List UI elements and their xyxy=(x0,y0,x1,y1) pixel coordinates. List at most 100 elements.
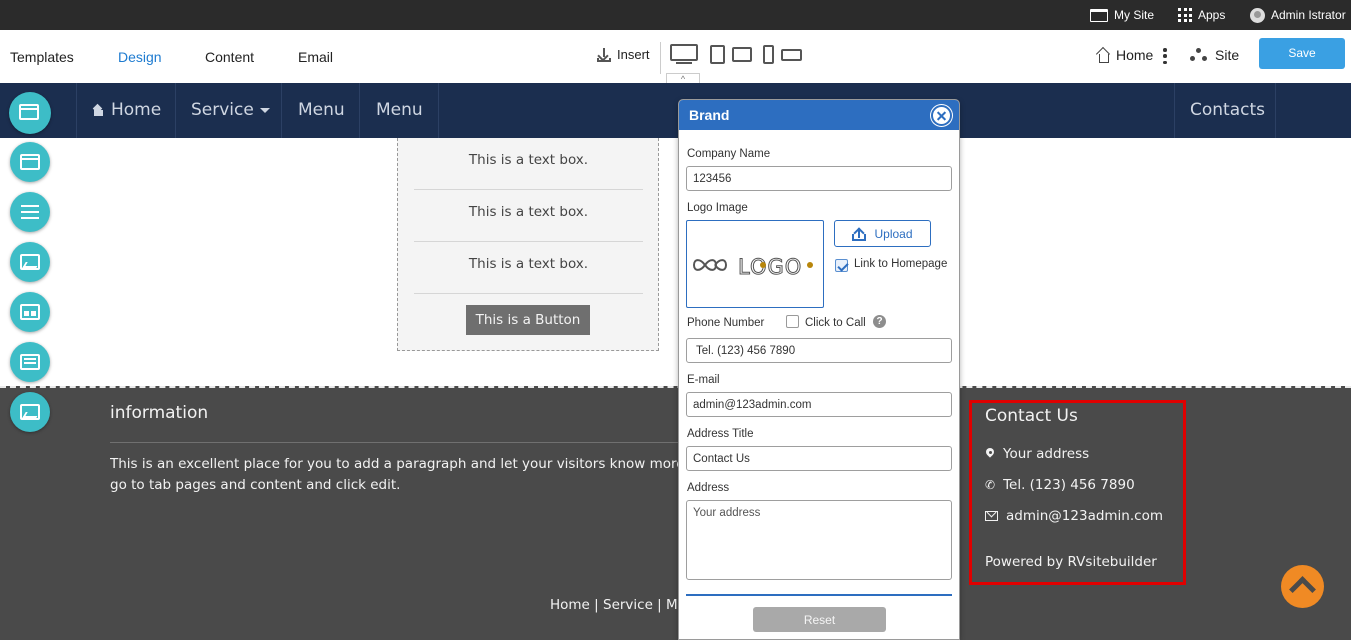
help-icon[interactable]: ? xyxy=(873,315,886,328)
nav-label-home: Home xyxy=(111,100,162,120)
phone-number-label: Phone Number xyxy=(687,317,765,329)
admin-bar: My Site Apps Admin Istrator xyxy=(0,0,1351,30)
user-name: Admin Istrator xyxy=(1271,8,1346,22)
download-icon xyxy=(597,47,611,62)
image-block-icon xyxy=(20,254,40,270)
header-block-button[interactable] xyxy=(9,92,51,134)
contact-phone: ✆ Tel. (123) 456 7890 xyxy=(985,477,1135,493)
nav-item-menu-2[interactable]: Menu xyxy=(359,83,439,138)
site-menu[interactable]: Site xyxy=(1190,47,1239,63)
apps-label: Apps xyxy=(1198,8,1226,22)
envelope-icon xyxy=(985,511,998,521)
tab-email[interactable]: Email xyxy=(298,48,333,66)
header-block-icon xyxy=(19,104,39,120)
email-label: E-mail xyxy=(687,374,720,386)
email-input[interactable] xyxy=(686,392,952,417)
footer-info-line-1: This is an excellent place for you to ad… xyxy=(110,456,685,472)
my-site-label: My Site xyxy=(1114,8,1155,22)
logo-image: LOGO xyxy=(692,255,813,276)
footer-block-icon xyxy=(20,354,40,370)
phone-icon: ✆ xyxy=(985,478,996,492)
home-icon xyxy=(92,105,105,116)
text-box-panel[interactable]: This is a text box. This is a text box. … xyxy=(397,138,659,351)
upload-button[interactable]: Upload xyxy=(834,220,931,247)
user-avatar-icon xyxy=(1250,7,1265,23)
close-icon[interactable] xyxy=(931,105,952,126)
logo-image-label: Logo Image xyxy=(687,202,748,214)
upload-label: Upload xyxy=(874,226,913,241)
nav-label-contacts: Contacts xyxy=(1190,100,1265,120)
tab-templates[interactable]: Templates xyxy=(10,48,74,66)
text-box[interactable]: This is a text box. xyxy=(414,242,643,294)
contact-us-block[interactable]: Contact Us Your address ✆ Tel. (123) 456… xyxy=(969,400,1186,585)
save-button[interactable]: Save xyxy=(1259,38,1345,69)
address-title-input[interactable] xyxy=(686,446,952,471)
footer-info-title[interactable]: information xyxy=(110,403,208,423)
footer-block-button[interactable] xyxy=(10,342,50,382)
home-page-selector[interactable]: Home xyxy=(1096,47,1153,63)
nav-label-menu-1: Menu xyxy=(298,100,345,120)
site-navigation: Home Service Menu Menu Contacts xyxy=(0,83,1351,138)
map-pin-icon xyxy=(985,448,995,460)
my-site-link[interactable]: My Site xyxy=(1090,0,1154,30)
caret-down-icon xyxy=(259,107,270,113)
apps-grid-icon xyxy=(1178,8,1192,22)
insert-label: Insert xyxy=(617,47,650,62)
desktop-view-button[interactable] xyxy=(670,44,700,66)
text-box[interactable]: This is a text box. xyxy=(414,138,643,190)
footer-info-text[interactable]: This is an excellent place for you to ad… xyxy=(110,454,685,495)
dialog-title: Brand xyxy=(689,107,730,123)
section-block-button[interactable] xyxy=(10,142,50,182)
company-name-label: Company Name xyxy=(687,148,771,160)
browser-window-icon xyxy=(1090,8,1108,22)
nav-label-service: Service xyxy=(191,100,254,120)
company-name-input[interactable] xyxy=(686,166,952,191)
nav-item-menu-1[interactable]: Menu xyxy=(281,83,360,138)
contact-email-text: admin@123admin.com xyxy=(1006,508,1163,524)
logo-wordmark: LOGO xyxy=(738,255,802,276)
nav-item-service[interactable]: Service xyxy=(175,83,282,138)
logo-image-preview[interactable]: LOGO xyxy=(686,220,824,308)
address-title-label: Address Title xyxy=(687,428,754,440)
tab-content[interactable]: Content xyxy=(205,48,254,66)
nav-label-menu-2: Menu xyxy=(376,100,423,120)
section-block-icon xyxy=(20,154,40,170)
grid-block-icon xyxy=(20,304,40,320)
mobile-landscape-icon xyxy=(781,49,802,61)
tablet-landscape-icon xyxy=(732,47,752,62)
phone-number-input[interactable] xyxy=(686,338,952,363)
list-block-button[interactable] xyxy=(10,192,50,232)
click-to-call-checkbox[interactable] xyxy=(786,315,799,328)
content-button[interactable]: This is a Button xyxy=(466,305,590,335)
mobile-view-button[interactable] xyxy=(763,44,803,66)
reset-button[interactable]: Reset xyxy=(753,607,886,632)
site-label: Site xyxy=(1215,47,1240,63)
upload-icon xyxy=(852,228,867,241)
list-block-icon xyxy=(21,205,39,207)
footer-divider xyxy=(110,442,690,443)
home-page-label: Home xyxy=(1116,47,1154,63)
address-textarea[interactable]: Your address xyxy=(686,500,952,580)
scroll-to-top-button[interactable] xyxy=(1281,565,1324,608)
builder-toolbar: Templates Design Content Email Insert ^ … xyxy=(0,30,1351,85)
sitemap-icon xyxy=(1190,48,1208,62)
contact-address: Your address xyxy=(985,446,1089,462)
site-footer: information This is an excellent place f… xyxy=(0,386,1351,640)
text-box[interactable]: This is a text box. xyxy=(414,190,643,242)
grid-block-button[interactable] xyxy=(10,292,50,332)
dialog-divider xyxy=(686,594,952,596)
gallery-block-button[interactable] xyxy=(10,392,50,432)
insert-button[interactable]: Insert xyxy=(597,47,650,62)
footer-links[interactable]: Home | Service | M xyxy=(550,597,680,613)
link-to-homepage-checkbox[interactable] xyxy=(835,259,848,272)
address-label: Address xyxy=(687,482,730,494)
tablet-view-button[interactable] xyxy=(710,44,754,66)
nav-item-home[interactable]: Home xyxy=(76,83,176,138)
image-block-button[interactable] xyxy=(10,242,50,282)
tab-design[interactable]: Design xyxy=(118,48,162,66)
brand-dialog: Brand Company Name Logo Image LOGO Uploa… xyxy=(678,99,960,640)
nav-item-contacts[interactable]: Contacts xyxy=(1174,83,1276,138)
more-options-icon[interactable] xyxy=(1163,48,1167,64)
apps-link[interactable]: Apps xyxy=(1178,0,1225,30)
user-menu[interactable]: Admin Istrator xyxy=(1250,0,1346,30)
